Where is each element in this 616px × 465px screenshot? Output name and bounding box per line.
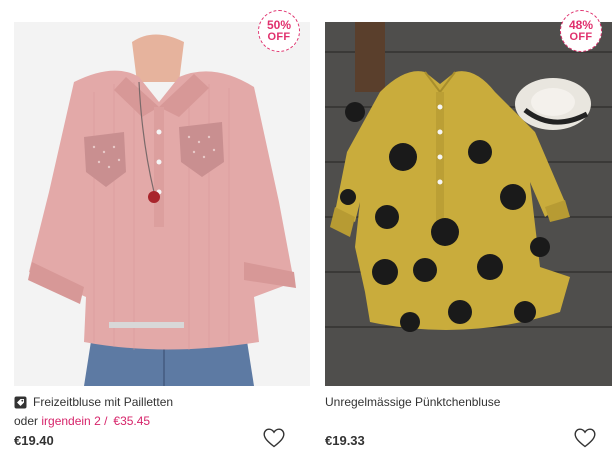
product-price: €19.33	[325, 433, 365, 448]
discount-badge: 48% OFF	[560, 10, 602, 52]
product-image-1[interactable]	[14, 22, 310, 386]
pink-blouse-photo	[14, 22, 310, 386]
product-title-row[interactable]: Freizeitbluse mit Pailletten	[14, 393, 173, 411]
product-title-row[interactable]: Unregelmässige Pünktchenbluse	[325, 393, 500, 411]
heart-icon[interactable]	[263, 428, 285, 448]
product-image-2[interactable]	[325, 22, 612, 386]
discount-badge: 50% OFF	[258, 10, 300, 52]
bundle-price: €35.45	[113, 414, 151, 428]
product-price: €19.40	[14, 433, 54, 448]
bundle-link[interactable]: irgendein 2 /	[41, 414, 107, 428]
discount-off-label: OFF	[569, 30, 593, 43]
product-card-2[interactable]: 48% OFF Unregelmässige Pünktchenbluse €1…	[325, 0, 612, 465]
heart-icon[interactable]	[574, 428, 596, 448]
discount-off-label: OFF	[267, 30, 291, 43]
yellow-polka-blouse-photo	[325, 22, 612, 386]
discount-percent: 48%	[568, 17, 594, 32]
discount-percent: 50%	[266, 17, 292, 32]
tag-icon	[14, 396, 27, 409]
product-title[interactable]: Freizeitbluse mit Pailletten	[33, 395, 173, 409]
bundle-offer: oder irgendein 2 / €35.45	[14, 414, 150, 428]
bundle-prefix: oder	[14, 414, 42, 428]
product-card-1[interactable]: 50% OFF Freizeitbluse mit Pailletten ode…	[14, 0, 310, 465]
product-title[interactable]: Unregelmässige Pünktchenbluse	[325, 395, 500, 409]
